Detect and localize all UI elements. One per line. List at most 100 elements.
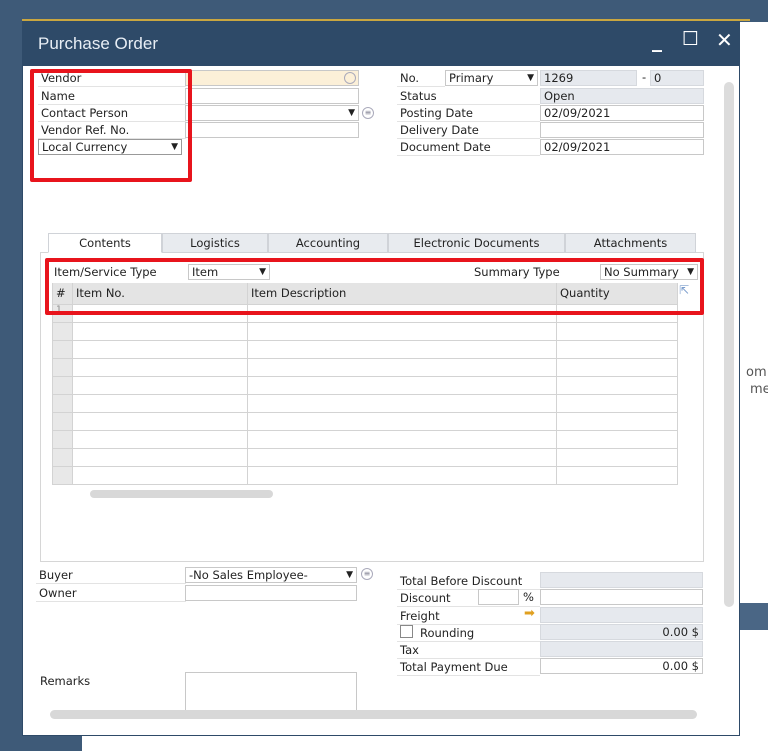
grid-cell[interactable]: [557, 431, 678, 449]
choose-from-list-icon[interactable]: [344, 72, 356, 84]
chevron-down-icon: ▼: [348, 108, 355, 118]
discount-percent-field[interactable]: [478, 589, 519, 605]
grid-cell[interactable]: [557, 323, 678, 341]
window-title: Purchase Order: [38, 34, 158, 53]
row-number-cell[interactable]: [53, 413, 73, 431]
grid-cell[interactable]: [73, 467, 248, 485]
total-payment-due-field: 0.00 $: [540, 658, 703, 674]
details-icon[interactable]: ≡: [362, 107, 374, 119]
grid-cell[interactable]: [73, 431, 248, 449]
grid-cell[interactable]: [73, 341, 248, 359]
vendor-ref-field[interactable]: [185, 122, 359, 138]
grid-cell[interactable]: [248, 467, 557, 485]
discount-amount-field[interactable]: [540, 589, 703, 605]
grid-cell[interactable]: [73, 395, 248, 413]
chevron-down-icon: ▼: [346, 570, 353, 580]
buyer-label: Buyer: [36, 567, 186, 584]
total-payment-due-label: Total Payment Due: [397, 659, 540, 676]
rounding-field: 0.00 $: [540, 624, 703, 640]
row-number-cell[interactable]: [53, 377, 73, 395]
doc-number-field[interactable]: 1269: [540, 70, 637, 86]
delivery-date-field[interactable]: [540, 122, 704, 138]
series-value: Primary: [449, 71, 494, 85]
tab-accounting[interactable]: Accounting: [268, 233, 388, 253]
status-field: Open: [540, 88, 704, 104]
row-number-cell[interactable]: [53, 467, 73, 485]
rounding-checkbox[interactable]: [400, 625, 413, 638]
freight-label: Freight: [397, 608, 540, 625]
document-date-field[interactable]: 02/09/2021: [540, 139, 704, 155]
details-icon[interactable]: ≡: [361, 568, 373, 580]
grid-cell[interactable]: [73, 377, 248, 395]
background-band: [740, 603, 768, 630]
grid-cell[interactable]: [557, 359, 678, 377]
buyer-select[interactable]: -No Sales Employee- ▼: [185, 567, 357, 583]
no-label: No.: [397, 70, 445, 87]
highlight-box: [45, 258, 704, 315]
grid-cell[interactable]: [557, 449, 678, 467]
doc-suffix-field[interactable]: 0: [650, 70, 704, 86]
title-bar[interactable]: Purchase Order _ ☐ ✕: [22, 21, 740, 66]
freight-field: [540, 607, 703, 623]
link-arrow-icon[interactable]: ➡: [524, 606, 535, 621]
row-number-cell[interactable]: [53, 341, 73, 359]
highlight-box: [30, 69, 192, 182]
grid-cell[interactable]: [557, 413, 678, 431]
tab-logistics[interactable]: Logistics: [162, 233, 268, 253]
grid-horizontal-scrollbar[interactable]: [90, 490, 273, 498]
grid-cell[interactable]: [248, 413, 557, 431]
grid-cell[interactable]: [73, 359, 248, 377]
horizontal-scrollbar[interactable]: [50, 710, 697, 719]
name-field[interactable]: [185, 88, 359, 104]
grid-cell[interactable]: [248, 341, 557, 359]
minimize-button[interactable]: _: [652, 28, 662, 52]
maximize-button[interactable]: ☐: [682, 28, 699, 50]
owner-field[interactable]: [185, 585, 357, 601]
vertical-scrollbar[interactable]: [724, 82, 734, 607]
suffix-separator: -: [642, 70, 647, 84]
grid-cell[interactable]: [73, 323, 248, 341]
posting-date-label: Posting Date: [397, 105, 540, 122]
tab-contents[interactable]: Contents: [48, 233, 162, 253]
rounding-label: Rounding: [397, 625, 540, 642]
total-before-discount-label: Total Before Discount: [397, 573, 540, 590]
tax-field: [540, 641, 703, 657]
grid-cell[interactable]: [557, 395, 678, 413]
grid-cell[interactable]: [248, 449, 557, 467]
row-number-cell[interactable]: [53, 431, 73, 449]
grid-cell[interactable]: [248, 359, 557, 377]
total-before-discount-field: [540, 572, 703, 588]
grid-cell[interactable]: [557, 341, 678, 359]
grid-cell[interactable]: [248, 395, 557, 413]
grid-cell[interactable]: [557, 467, 678, 485]
grid-cell[interactable]: [248, 377, 557, 395]
owner-label: Owner: [36, 585, 186, 602]
background-bottom: [82, 735, 768, 751]
tab-attachments[interactable]: Attachments: [565, 233, 696, 253]
close-button[interactable]: ✕: [716, 28, 733, 52]
tax-label: Tax: [397, 642, 540, 659]
percent-sign: %: [523, 590, 534, 604]
posting-date-field[interactable]: 02/09/2021: [540, 105, 704, 121]
grid-cell[interactable]: [248, 431, 557, 449]
grid-cell[interactable]: [248, 323, 557, 341]
background-text: om: [746, 365, 767, 380]
grid-cell[interactable]: [73, 413, 248, 431]
vendor-field[interactable]: [185, 70, 359, 86]
chevron-down-icon: ▼: [527, 73, 534, 83]
contact-person-select[interactable]: ▼: [185, 105, 359, 121]
row-number-cell[interactable]: [53, 449, 73, 467]
row-number-cell[interactable]: [53, 323, 73, 341]
status-label: Status: [397, 88, 540, 105]
remarks-label: Remarks: [40, 674, 91, 688]
grid-cell[interactable]: [73, 449, 248, 467]
tab-electronic-documents[interactable]: Electronic Documents: [388, 233, 565, 253]
row-number-cell[interactable]: [53, 395, 73, 413]
remarks-field[interactable]: [185, 672, 357, 712]
grid-cell[interactable]: [557, 377, 678, 395]
row-number-cell[interactable]: [53, 359, 73, 377]
background-text: me: [750, 382, 768, 397]
series-select[interactable]: Primary ▼: [445, 70, 538, 86]
delivery-date-label: Delivery Date: [397, 122, 540, 139]
buyer-value: -No Sales Employee-: [189, 568, 308, 582]
